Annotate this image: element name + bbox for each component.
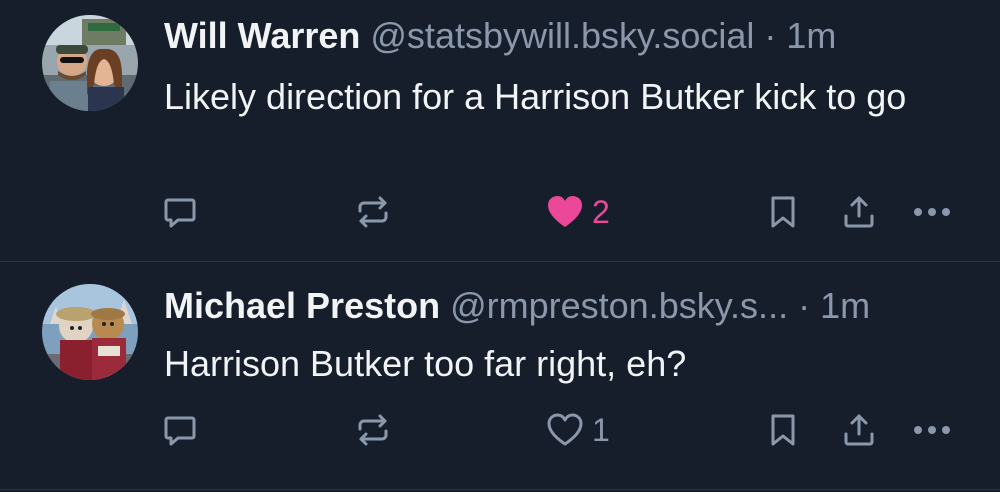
share-icon	[842, 194, 876, 230]
bookmark-icon	[768, 194, 798, 230]
more-icon	[913, 206, 951, 218]
repost-icon	[356, 412, 390, 448]
like-count: 2	[592, 194, 610, 230]
post-actions: 2	[0, 190, 1000, 234]
repost-icon	[356, 194, 390, 230]
post-actions: 1	[0, 408, 1000, 452]
timestamp[interactable]: 1m	[786, 15, 836, 56]
author-name[interactable]: Will Warren	[164, 15, 360, 56]
separator: ·	[764, 15, 777, 56]
like-count: 1	[592, 412, 610, 448]
post[interactable]: Michael Preston @rmpreston.bsky.s... · 1…	[0, 262, 1000, 490]
heart-filled-icon	[546, 194, 584, 230]
author-name[interactable]: Michael Preston	[164, 285, 440, 326]
like-button[interactable]: 2	[546, 190, 610, 234]
repost-button[interactable]	[356, 408, 390, 452]
avatar[interactable]	[42, 284, 138, 380]
reply-button[interactable]	[162, 408, 198, 452]
more-options-button[interactable]	[913, 408, 951, 452]
post-text: Harrison Butker too far right, eh?	[164, 343, 687, 384]
bookmark-button[interactable]	[768, 190, 798, 234]
reply-icon	[162, 412, 198, 448]
timestamp[interactable]: 1m	[820, 285, 870, 326]
reply-icon	[162, 194, 198, 230]
repost-button[interactable]	[356, 190, 390, 234]
post-header: Michael Preston @rmpreston.bsky.s... · 1…	[164, 284, 970, 328]
share-button[interactable]	[842, 408, 876, 452]
post-header: Will Warren @statsbywill.bsky.social · 1…	[164, 14, 970, 58]
author-handle[interactable]: @statsbywill.bsky.social	[370, 15, 754, 56]
share-button[interactable]	[842, 190, 876, 234]
bookmark-icon	[768, 412, 798, 448]
reply-button[interactable]	[162, 190, 198, 234]
author-handle[interactable]: @rmpreston.bsky.s...	[450, 285, 788, 326]
more-icon	[913, 424, 951, 436]
avatar[interactable]	[42, 15, 138, 111]
share-icon	[842, 412, 876, 448]
bookmark-button[interactable]	[768, 408, 798, 452]
feed: Will Warren @statsbywill.bsky.social · 1…	[0, 0, 1000, 492]
post-text: Likely direction for a Harrison Butker k…	[164, 76, 907, 117]
post[interactable]: Will Warren @statsbywill.bsky.social · 1…	[0, 0, 1000, 262]
more-options-button[interactable]	[913, 190, 951, 234]
heart-outline-icon	[546, 412, 584, 448]
like-button[interactable]: 1	[546, 408, 610, 452]
separator: ·	[798, 285, 811, 326]
